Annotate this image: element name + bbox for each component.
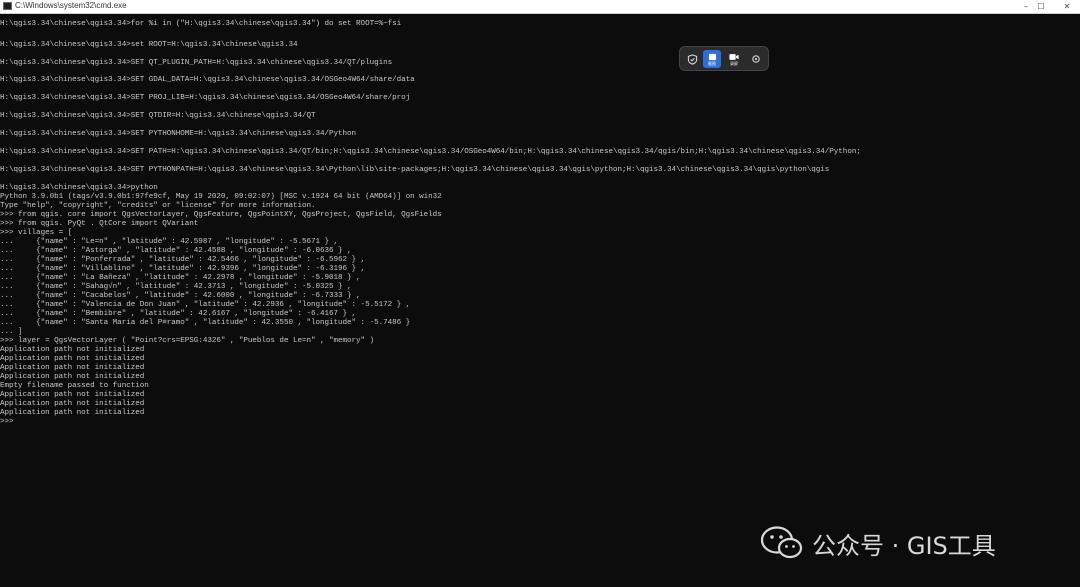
window-titlebar[interactable]: C:\Windows\system32\cmd.exe – ☐ ✕ — [0, 0, 1080, 14]
console-line: H:\qgis3.34\chinese\qgis3.34>SET QT_PLUG… — [0, 59, 393, 67]
record-button[interactable]: 录屏 — [725, 50, 743, 68]
maximize-icon: ☐ — [1037, 2, 1045, 11]
wechat-icon — [760, 526, 803, 559]
console-line: H:\qgis3.34\chinese\qgis3.34>SET PROJ_LI… — [0, 94, 411, 102]
console-line: ... {"name" : "Ponferrada" , "latitude" … — [0, 256, 366, 264]
console-line: >>> from qgis. core import QgsVectorLaye… — [0, 211, 442, 219]
console-line: ... {"name" : "Astorga" , "latitude" : 4… — [0, 247, 352, 255]
shield-button[interactable] — [683, 50, 701, 68]
console-line: Application path not initialized — [0, 409, 145, 417]
console-line: H:\qgis3.34\chinese\qgis3.34>SET PATH=H:… — [0, 148, 861, 156]
console-line: Empty filename passed to function — [0, 382, 149, 390]
console-line: ... {"name" : "La Bañeza" , "latitude" :… — [0, 274, 361, 282]
record-label: 录屏 — [730, 60, 738, 66]
console-line: ... ] — [0, 328, 23, 336]
console-line: >>> layer = QgsVectorLayer ( "Point?crs=… — [0, 337, 375, 345]
console-line: Application path not initialized — [0, 364, 145, 372]
console-line: >>> villages = [ — [0, 229, 73, 237]
console-line: Python 3.9.0b1 (tags/v3.9.0b1:97fe9cf, M… — [0, 193, 442, 201]
capture-toolbar: 截图 录屏 — [679, 46, 769, 71]
video-icon — [729, 53, 739, 60]
console-line: Type "help", "copyright", "credits" or "… — [0, 202, 316, 210]
close-icon: ✕ — [1063, 2, 1071, 11]
console-line: Application path not initialized — [0, 400, 145, 408]
console-line: ... {"name" : "Cacabelos" , "latitude" :… — [0, 292, 361, 300]
console-line: H:\qgis3.34\chinese\qgis3.34>SET QTDIR=H… — [0, 112, 316, 120]
console-line: H:\qgis3.34\chinese\qgis3.34>SET GDAL_DA… — [0, 76, 415, 84]
console-line: ... {"name" : "Santa María del P≡ramo" ,… — [0, 319, 411, 327]
settings-button[interactable] — [747, 50, 765, 68]
console-line: ... {"name" : "Valencia de Don Juan" , "… — [0, 301, 411, 309]
console-line: Application path not initialized — [0, 355, 145, 363]
console-line: H:\qgis3.34\chinese\qgis3.34>SET PYTHONP… — [0, 166, 830, 174]
console-output[interactable]: H:\qgis3.34\chinese\qgis3.34>for %i in (… — [0, 14, 1080, 587]
console-line: H:\qgis3.34\chinese\qgis3.34>set ROOT=H:… — [0, 41, 298, 49]
window-title: C:\Windows\system32\cmd.exe — [15, 1, 127, 10]
screenshot-button[interactable]: 截图 — [703, 50, 721, 68]
watermark-text: 公众号 · GIS工具 — [812, 531, 996, 560]
console-line: H:\qgis3.34\chinese\qgis3.34>python — [0, 184, 158, 192]
console-line: H:\qgis3.34\chinese\qgis3.34>for %i in (… — [0, 20, 402, 28]
console-line: >>> from qgis. PyQt . QtCore import QVar… — [0, 220, 199, 228]
watermark: 公众号 · GIS工具 — [760, 523, 996, 563]
shield-icon — [687, 53, 697, 65]
console-line: Application path not initialized — [0, 391, 145, 399]
cmd-app-icon — [3, 2, 12, 10]
settings-icon — [752, 55, 760, 63]
screenshot-label: 截图 — [708, 60, 716, 66]
console-line: H:\qgis3.34\chinese\qgis3.34>SET PYTHONH… — [0, 130, 357, 138]
console-line: ... {"name" : "Le=n" , "latitude" : 42.5… — [0, 238, 339, 246]
close-button[interactable]: ✕ — [1052, 0, 1080, 13]
console-prompt[interactable]: >>> — [0, 418, 14, 427]
console-line: ... {"name" : "Villablino" , "latitude" … — [0, 265, 366, 273]
console-line: ... {"name" : "Bembibre" , "latitude" : … — [0, 310, 357, 318]
capture-icon — [708, 53, 716, 60]
console-line: Application path not initialized — [0, 346, 145, 354]
console-line: Application path not initialized — [0, 373, 145, 381]
console-line: ... {"name" : "Sahag√n" , "latitude" : 4… — [0, 283, 352, 291]
